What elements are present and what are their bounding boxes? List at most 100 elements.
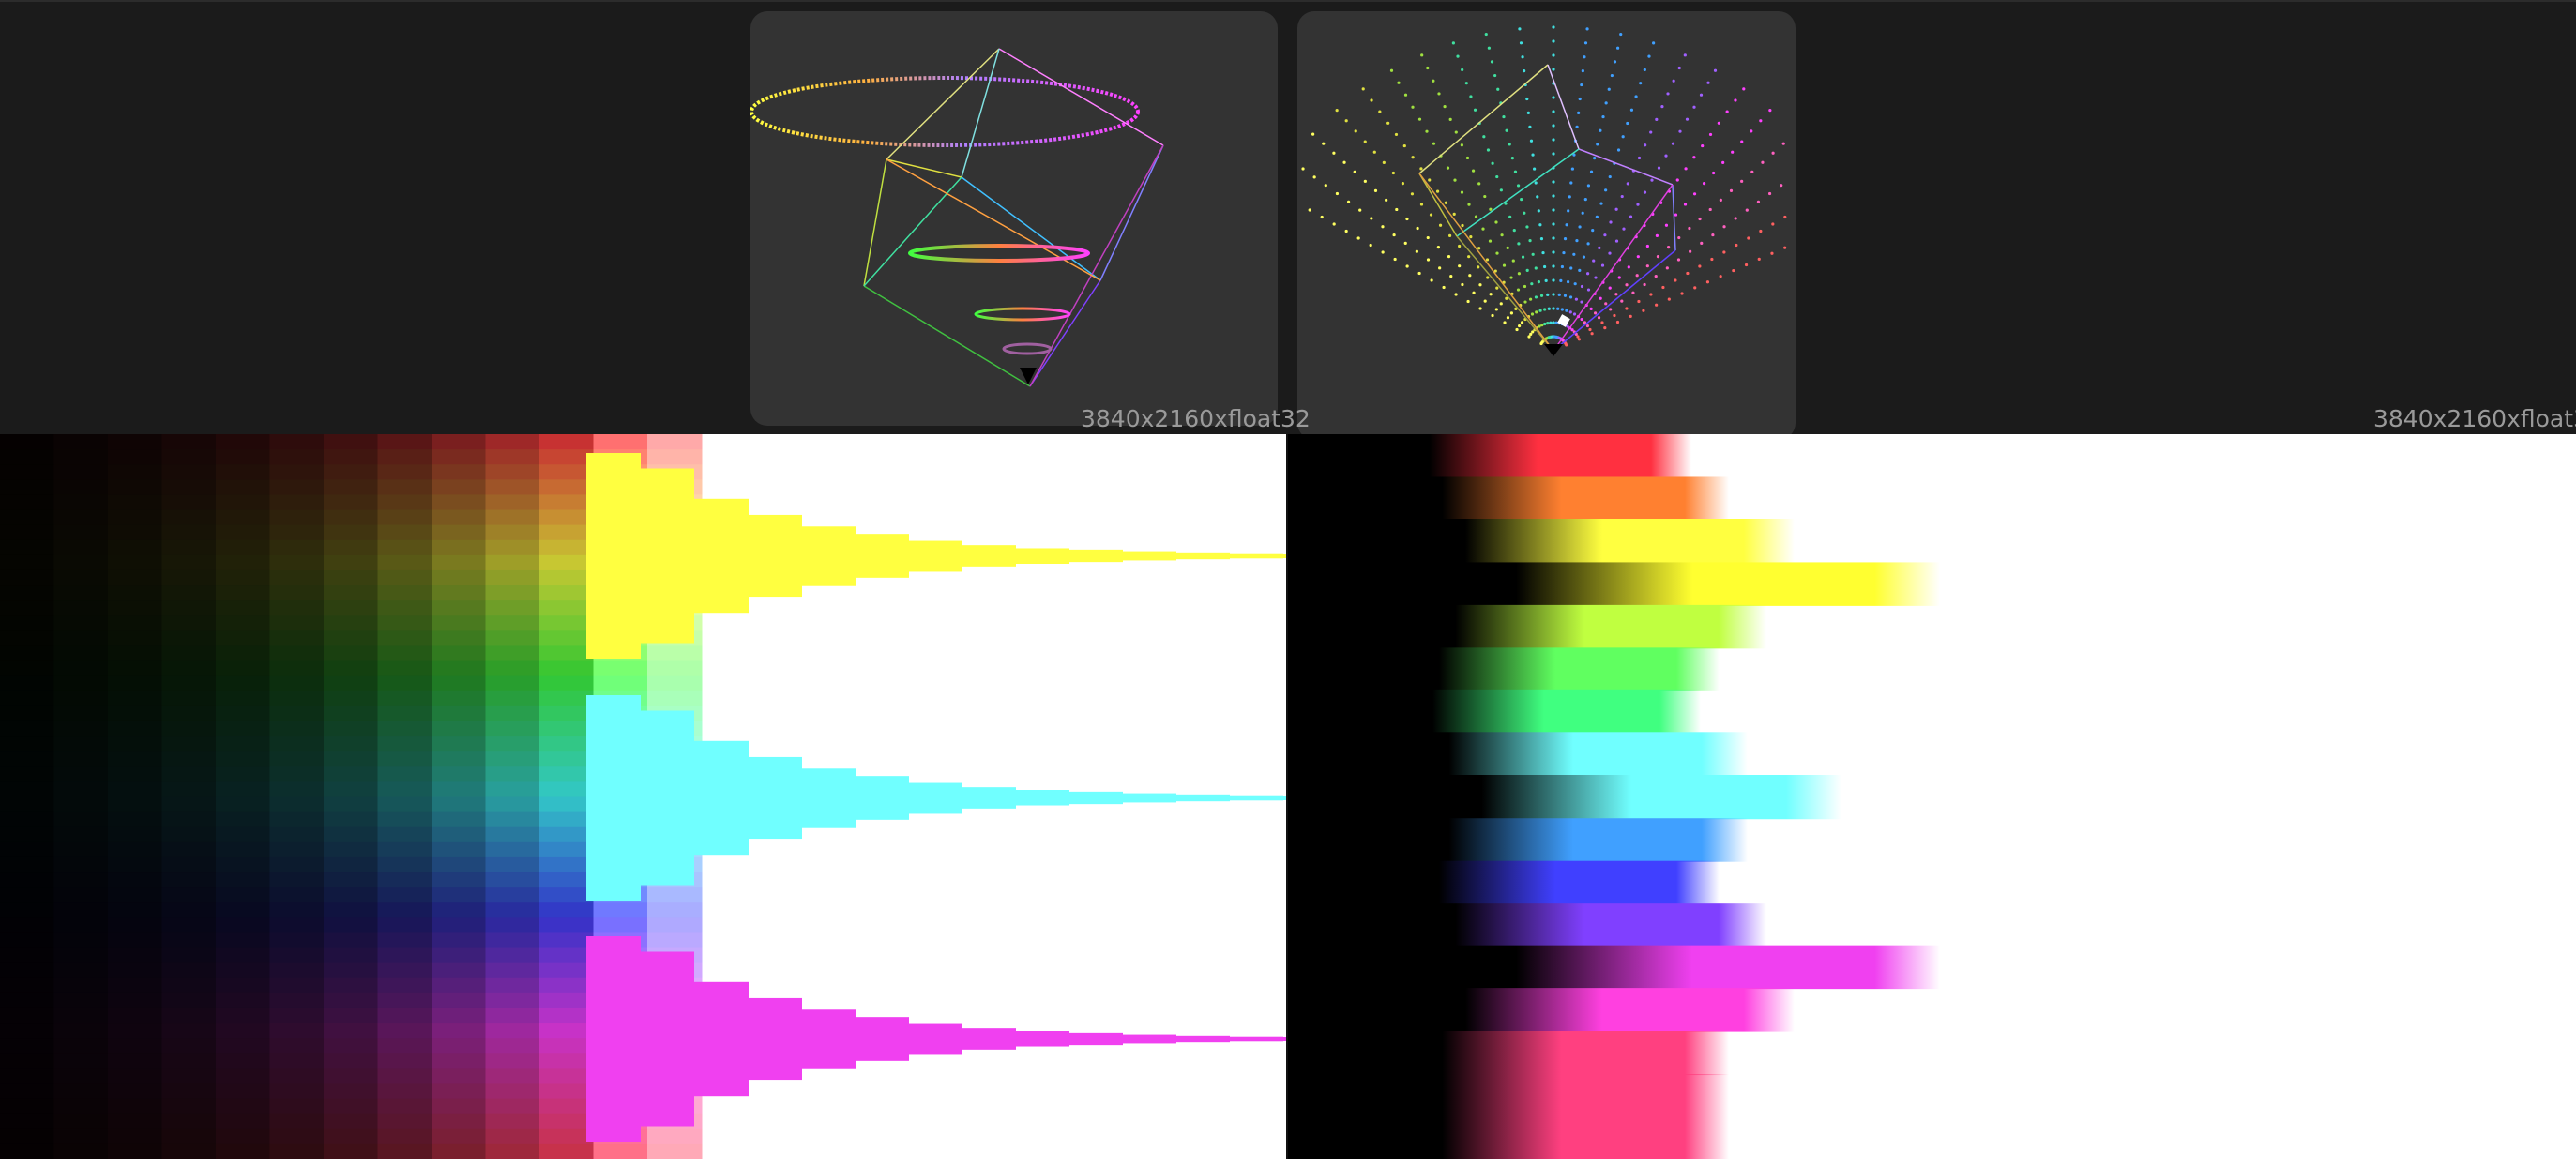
radial-point [1637,299,1641,304]
ramp-cell [485,962,540,979]
radial-point [1680,292,1684,295]
ramp-cell [485,811,540,828]
radial-point [1745,208,1749,212]
radial-point [1432,79,1435,83]
spike-step [1122,1034,1176,1044]
radial-point [1490,60,1494,64]
ramp-cell [216,1007,271,1025]
ramp-cell [324,1143,379,1159]
ramp-cell [539,1068,595,1085]
ramp-cell [324,615,379,632]
gamut-view-left[interactable] [750,11,1278,426]
radial-point [1656,255,1660,259]
ramp-cell [539,690,595,707]
image-viewer-right[interactable] [1288,434,2576,1159]
radial-point [1516,184,1521,188]
ramp-cell [53,887,109,904]
ramp-cell [324,569,379,587]
radial-point [1614,293,1618,296]
ramp-cell [269,1038,325,1055]
hue-band [1288,945,2576,990]
ramp-cell [0,796,55,813]
ramp-cell [432,539,487,556]
ramp-cell [216,1038,271,1055]
ramp-cell [0,1143,55,1159]
ramp-cell [539,1007,595,1025]
ramp-cell [269,962,325,979]
ramp-cell [324,992,379,1009]
radial-point [1393,257,1397,262]
radial-point [1453,178,1457,182]
radial-point [1531,153,1535,157]
ramp-cell [269,464,325,481]
radial-point [1706,81,1710,84]
ramp-cell [269,720,325,738]
ramp-cell [377,856,432,874]
ramp-cell [53,992,109,1009]
radial-point [1506,316,1510,320]
radial-point [1731,150,1735,154]
ramp-cell [647,1143,703,1159]
ramp-cell [161,660,217,677]
radial-point [1484,32,1488,37]
radial-point [1447,233,1452,237]
spike-step [640,951,694,1127]
radial-point [1781,142,1785,145]
gamut-view-right[interactable] [1297,11,1796,440]
radial-point [1590,332,1594,336]
ramp-cell [269,902,325,919]
ramp-cell [485,1068,540,1085]
ramp-cell [377,509,432,526]
ramp-cell [53,902,109,919]
hue-band [1288,689,2576,734]
ramp-cell [216,977,271,994]
ramp-cell [216,615,271,632]
radial-point [1585,27,1589,31]
ramp-cell [108,539,163,556]
radial-point [1552,39,1555,43]
spike-step [586,453,641,659]
radial-point [1674,278,1677,282]
radial-point [1533,167,1537,171]
ramp-cell [216,645,271,662]
ramp-cell [216,1098,271,1115]
radial-point [1523,284,1527,289]
radial-point [1499,302,1503,306]
radial-point [1637,156,1642,160]
radial-point [1538,309,1542,312]
ramp-cell [216,872,271,889]
ramp-cell [269,675,325,692]
ramp-cell [377,887,432,904]
radial-point [1608,174,1612,179]
radial-point [1395,207,1399,212]
radial-point [1582,255,1586,259]
ramp-cell [377,494,432,511]
ramp-cell [485,524,540,541]
ramp-cell [53,585,109,602]
radial-point [1572,312,1577,316]
ramp-cell [161,1038,217,1055]
ramp-cell [53,1143,109,1159]
ramp-cell [108,1083,163,1100]
image-viewer-left[interactable] [0,434,1286,1159]
radial-point [1469,95,1473,98]
ramp-cell [377,796,432,813]
radial-point [1642,309,1645,312]
radial-point [1759,229,1763,233]
radial-point [1411,105,1415,109]
ramp-cell [593,902,648,919]
radial-point [1332,222,1336,226]
ramp-cell [0,887,55,904]
ramp-cell [269,736,325,753]
radial-point [1460,143,1463,147]
radial-point [1552,278,1555,282]
ramp-cell [53,675,109,692]
ramp-cell [216,736,271,753]
ramp-cell [324,509,379,526]
radial-point [1538,223,1542,227]
radial-point [1525,97,1529,101]
ramp-cell [216,887,271,904]
ramp-cell [269,1083,325,1100]
ramp-cell [485,1038,540,1055]
ramp-cell [485,1053,540,1070]
